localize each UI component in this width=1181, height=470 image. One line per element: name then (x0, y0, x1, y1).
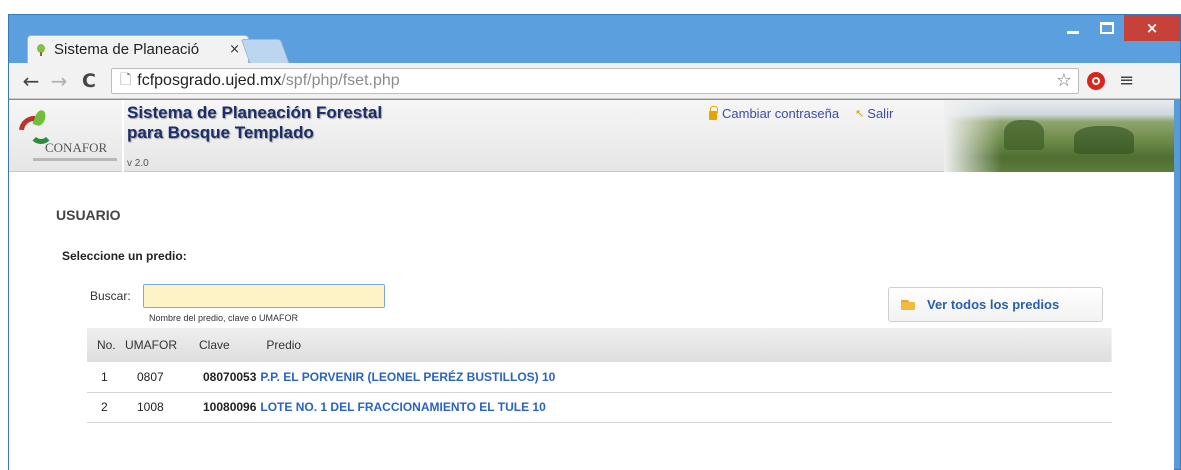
browser-window: × Sistema de Planeació × ← → C 🗋 fcfposg… (8, 14, 1181, 470)
bookmark-star-icon[interactable]: ☆ (1056, 70, 1072, 91)
folder-open-icon (901, 299, 915, 310)
predio-link[interactable]: P.P. EL PORVENIR (LEONEL PERÉZ BUSTILLOS… (256, 362, 1112, 392)
logo-text: CONAFOR (45, 140, 108, 155)
close-icon: × (1145, 19, 1159, 37)
table-row: 1 0807 08070053 P.P. EL PORVENIR (LEONEL… (87, 362, 1112, 392)
view-all-predios-label: Ver todos los predios (927, 297, 1060, 312)
url-path: /spf/php/fset.php (281, 71, 400, 89)
row-umafor: 0807 (137, 369, 164, 384)
app-header: CONAFOR Sistema de Planeación Forestal p… (9, 100, 1174, 172)
conafor-logo: CONAFOR (12, 104, 119, 168)
search-label: Buscar: (90, 289, 131, 303)
window-controls: × (1056, 15, 1180, 45)
close-window-button[interactable]: × (1124, 15, 1180, 41)
view-all-predios-button[interactable]: Ver todos los predios (888, 287, 1103, 322)
change-password-link[interactable]: Cambiar contraseña (709, 105, 840, 121)
row-umafor: 1008 (137, 400, 164, 414)
app-title-line2: para Bosque Templado (127, 123, 314, 142)
browser-toolbar: ← → C 🗋 fcfposgrado.ujed.mx/spf/php/fset… (9, 63, 1180, 99)
exit-arrow-icon: ↖ (855, 107, 865, 120)
header-predio: Predio (266, 338, 302, 352)
maximize-icon (1100, 22, 1114, 34)
app-title: Sistema de Planeación Forestal para Bosq… (127, 103, 382, 143)
maximize-button[interactable] (1090, 15, 1124, 41)
table-header-row: No. UMAFOR Clave Predio (87, 328, 1112, 362)
header-umafor: UMAFOR (125, 338, 177, 352)
minimize-icon (1067, 30, 1079, 34)
logout-link[interactable]: ↖ Salir (855, 106, 893, 121)
address-bar[interactable]: 🗋 fcfposgrado.ujed.mx/spf/php/fset.php ☆ (111, 67, 1079, 94)
header-no: No. (97, 338, 116, 352)
logout-label: Salir (867, 106, 894, 121)
url-host: fcfposgrado.ujed.mx (137, 71, 282, 89)
header-links: Cambiar contraseña ↖ Salir (709, 105, 909, 121)
app-version: v 2.0 (127, 158, 149, 169)
browser-tab[interactable]: Sistema de Planeació × (27, 35, 249, 63)
section-title: USUARIO (56, 207, 121, 223)
page-icon: 🗋 (120, 71, 132, 88)
back-arrow-icon[interactable]: ← (19, 69, 43, 93)
table-row: 2 1008 10080096 LOTE NO. 1 DEL FRACCIONA… (87, 392, 1112, 422)
conafor-logo-icon (12, 108, 56, 153)
minimize-button[interactable] (1056, 15, 1090, 41)
forward-arrow-icon[interactable]: → (47, 69, 71, 93)
search-hint: Nombre del predio, clave o UMAFOR (149, 313, 299, 323)
extension-icon[interactable] (1087, 71, 1105, 90)
tab-title: Sistema de Planeació (54, 41, 200, 58)
lock-icon (709, 105, 718, 120)
search-input[interactable] (143, 284, 385, 308)
tree-favicon-icon (36, 43, 46, 56)
title-bar: × Sistema de Planeació × (9, 15, 1180, 63)
forest-banner-image (944, 100, 1174, 172)
tab-close-icon[interactable]: × (229, 42, 240, 57)
row-clave: 10080096 (203, 400, 257, 414)
change-password-label: Cambiar contraseña (722, 106, 840, 121)
row-clave: 08070053 (203, 369, 257, 384)
header-clave: Clave (199, 338, 230, 352)
app-title-line1: Sistema de Planeación Forestal (127, 103, 383, 122)
row-no: 2 (101, 400, 108, 414)
predios-table: No. UMAFOR Clave Predio 1 0807 08070053 … (87, 328, 1112, 423)
row-no: 1 (101, 369, 108, 384)
menu-icon[interactable]: ≡ (1119, 70, 1134, 91)
select-predio-label: Seleccione un predio: (62, 249, 187, 263)
predio-link[interactable]: LOTE NO. 1 DEL FRACCIONAMIENTO EL TULE 1… (256, 392, 1112, 422)
new-tab-button[interactable] (240, 39, 290, 63)
page-viewport: CONAFOR Sistema de Planeación Forestal p… (9, 100, 1174, 470)
reload-icon[interactable]: C (77, 70, 101, 92)
